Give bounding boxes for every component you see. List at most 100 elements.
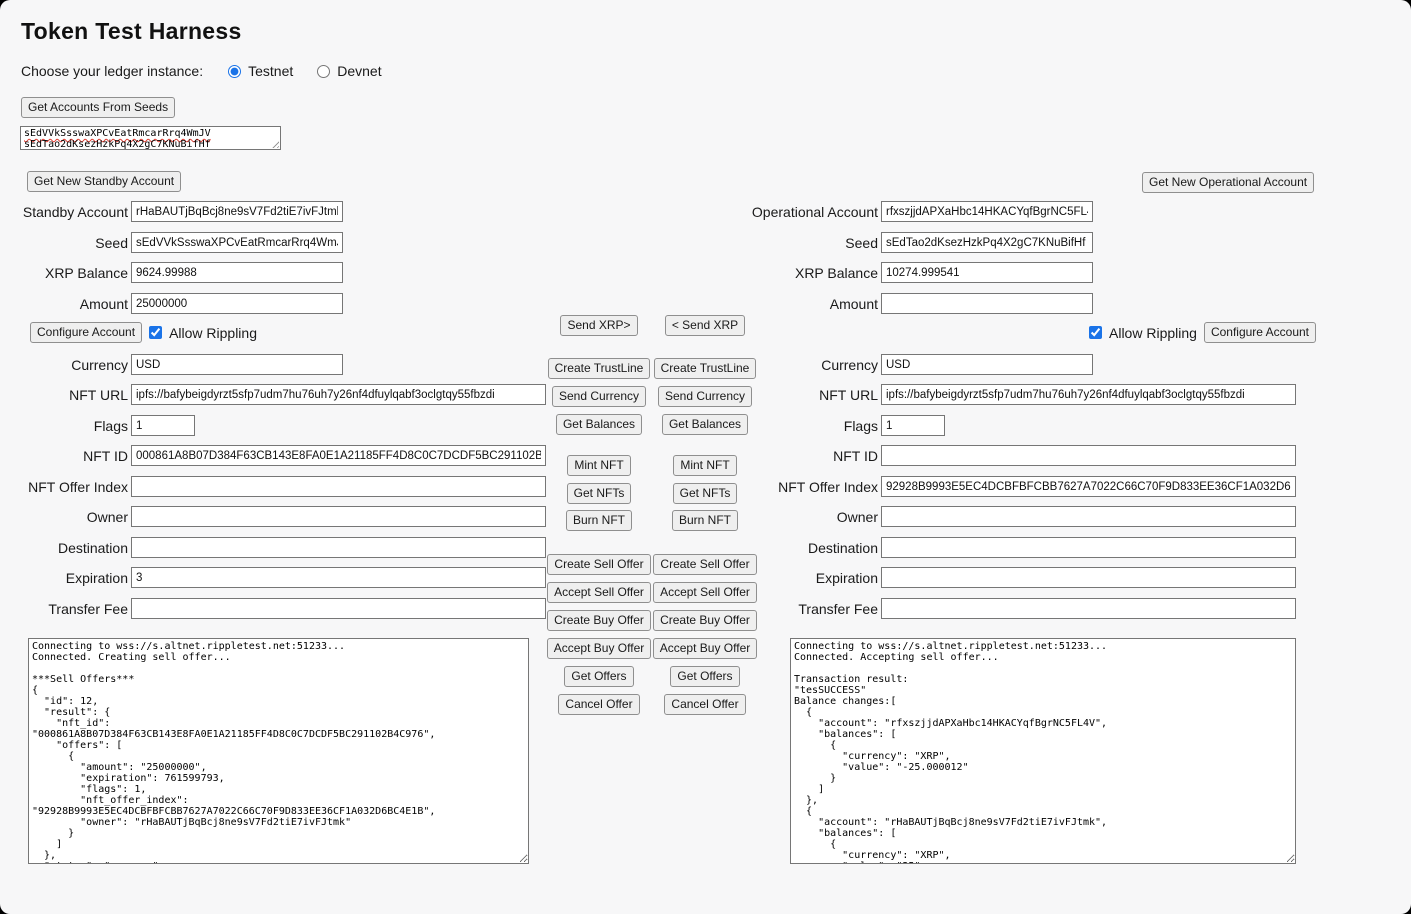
operational-configure-row: Allow Rippling Configure Account <box>1089 322 1316 343</box>
standby-expiration-input[interactable] <box>131 567 546 588</box>
operational-seed-input[interactable] <box>881 232 1093 253</box>
get-accounts-from-seeds-button[interactable]: Get Accounts From Seeds <box>21 97 175 118</box>
get-offers-operational-button[interactable]: Get Offers <box>670 666 739 687</box>
operational-transfer-fee-label: Transfer Fee <box>750 601 878 617</box>
get-balances-action-row: Get Balances Get Balances <box>546 414 758 435</box>
operational-xrp-balance-input[interactable] <box>881 262 1093 283</box>
get-new-standby-account-button[interactable]: Get New Standby Account <box>27 171 181 192</box>
send-currency-action-row: Send Currency Send Currency <box>546 386 758 407</box>
operational-results-console[interactable]: Connecting to wss://s.altnet.rippletest.… <box>790 638 1296 864</box>
cancel-offer-standby-button[interactable]: Cancel Offer <box>558 694 639 715</box>
operational-configure-account-button[interactable]: Configure Account <box>1204 322 1316 343</box>
operational-nft-id-input[interactable] <box>881 445 1296 466</box>
mint-nft-action-row: Mint NFT Mint NFT <box>546 455 758 476</box>
devnet-radio[interactable] <box>317 65 330 78</box>
standby-nft-id-input[interactable] <box>131 445 546 466</box>
standby-amount-input[interactable] <box>131 293 343 314</box>
operational-currency-input[interactable] <box>881 354 1093 375</box>
operational-seed-label: Seed <box>750 235 878 251</box>
standby-flags-input[interactable] <box>131 415 195 436</box>
operational-allow-rippling-checkbox[interactable] <box>1089 326 1102 339</box>
create-buy-offer-standby-button[interactable]: Create Buy Offer <box>547 610 651 631</box>
mint-nft-standby-button[interactable]: Mint NFT <box>567 455 630 476</box>
standby-nft-id-field: NFT ID <box>20 445 546 466</box>
send-currency-standby-button[interactable]: Send Currency <box>552 386 646 407</box>
operational-nft-url-input[interactable] <box>881 384 1296 405</box>
operational-expiration-input[interactable] <box>881 567 1296 588</box>
operational-allow-rippling-label: Allow Rippling <box>1109 325 1197 341</box>
cancel-offer-operational-button[interactable]: Cancel Offer <box>664 694 745 715</box>
operational-owner-input[interactable] <box>881 506 1296 527</box>
standby-flags-field: Flags <box>20 415 195 436</box>
accept-sell-offer-action-row: Accept Sell Offer Accept Sell Offer <box>546 582 758 603</box>
operational-nft-url-field: NFT URL <box>750 384 1296 405</box>
operational-expiration-field: Expiration <box>750 567 1296 588</box>
operational-flags-field: Flags <box>750 415 945 436</box>
accept-sell-offer-operational-button[interactable]: Accept Sell Offer <box>653 582 757 603</box>
standby-nft-offer-index-input[interactable] <box>131 476 546 497</box>
send-xrp-action-row: Send XRP> < Send XRP <box>546 315 758 336</box>
accept-buy-offer-standby-button[interactable]: Accept Buy Offer <box>547 638 652 659</box>
operational-account-input[interactable] <box>881 201 1093 222</box>
operational-seed-field: Seed <box>750 232 1093 253</box>
burn-nft-action-row: Burn NFT Burn NFT <box>546 510 758 531</box>
standby-allow-rippling-checkbox[interactable] <box>149 326 162 339</box>
operational-flags-input[interactable] <box>881 415 945 436</box>
standby-nft-offer-index-label: NFT Offer Index <box>20 479 128 495</box>
send-currency-operational-button[interactable]: Send Currency <box>658 386 752 407</box>
operational-xrp-balance-label: XRP Balance <box>750 265 878 281</box>
standby-results-console[interactable]: Connecting to wss://s.altnet.rippletest.… <box>28 638 529 864</box>
send-xrp-operational-button[interactable]: < Send XRP <box>665 315 745 336</box>
create-buy-offer-operational-button[interactable]: Create Buy Offer <box>653 610 757 631</box>
seeds-textarea[interactable]: sEdVVkSsswaXPCvEatRmcarRrq4WmJV sEdTao2d… <box>20 126 281 150</box>
get-offers-standby-button[interactable]: Get Offers <box>564 666 633 687</box>
create-sell-offer-standby-button[interactable]: Create Sell Offer <box>547 554 650 575</box>
accept-sell-offer-standby-button[interactable]: Accept Sell Offer <box>547 582 651 603</box>
get-nfts-operational-button[interactable]: Get NFTs <box>673 483 738 504</box>
send-xrp-standby-button[interactable]: Send XRP> <box>560 315 637 336</box>
operational-owner-field: Owner <box>750 506 1296 527</box>
standby-currency-input[interactable] <box>131 354 343 375</box>
mint-nft-operational-button[interactable]: Mint NFT <box>673 455 736 476</box>
standby-transfer-fee-label: Transfer Fee <box>20 601 128 617</box>
accept-buy-offer-operational-button[interactable]: Accept Buy Offer <box>653 638 758 659</box>
burn-nft-operational-button[interactable]: Burn NFT <box>672 510 738 531</box>
burn-nft-standby-button[interactable]: Burn NFT <box>566 510 632 531</box>
operational-transfer-fee-input[interactable] <box>881 598 1296 619</box>
operational-destination-input[interactable] <box>881 537 1296 558</box>
create-sell-offer-operational-button[interactable]: Create Sell Offer <box>653 554 756 575</box>
get-nfts-standby-button[interactable]: Get NFTs <box>567 483 632 504</box>
create-trustline-standby-button[interactable]: Create TrustLine <box>548 358 651 379</box>
standby-nft-offer-index-field: NFT Offer Index <box>20 476 546 497</box>
get-nfts-action-row: Get NFTs Get NFTs <box>546 483 758 504</box>
standby-configure-row: Configure Account Allow Rippling <box>30 322 257 343</box>
token-test-harness-page: Token Test Harness Choose your ledger in… <box>0 0 1411 914</box>
standby-owner-field: Owner <box>20 506 546 527</box>
standby-xrp-balance-input[interactable] <box>131 262 343 283</box>
get-balances-standby-button[interactable]: Get Balances <box>556 414 642 435</box>
standby-nft-url-input[interactable] <box>131 384 546 405</box>
page-title: Token Test Harness <box>21 18 242 45</box>
seed-line-2: sEdTao2dKsezHzkPq4X2gC7KNuBifHf <box>24 139 277 150</box>
standby-account-field: Standby Account <box>20 201 343 222</box>
operational-amount-input[interactable] <box>881 293 1093 314</box>
create-buy-offer-action-row: Create Buy Offer Create Buy Offer <box>546 610 758 631</box>
operational-nft-offer-index-input[interactable] <box>881 476 1296 497</box>
seed-line-1: sEdVVkSsswaXPCvEatRmcarRrq4WmJV <box>24 128 277 139</box>
standby-currency-label: Currency <box>20 357 128 373</box>
standby-flags-label: Flags <box>20 418 128 434</box>
testnet-radio[interactable] <box>228 65 241 78</box>
create-trustline-operational-button[interactable]: Create TrustLine <box>654 358 757 379</box>
operational-expiration-label: Expiration <box>750 570 878 586</box>
get-new-operational-account-button[interactable]: Get New Operational Account <box>1142 172 1314 193</box>
standby-transfer-fee-input[interactable] <box>131 598 546 619</box>
standby-destination-input[interactable] <box>131 537 546 558</box>
operational-currency-field: Currency <box>750 354 1093 375</box>
standby-amount-field: Amount <box>20 293 343 314</box>
get-balances-operational-button[interactable]: Get Balances <box>662 414 748 435</box>
ledger-instance-label: Choose your ledger instance: <box>21 63 203 79</box>
standby-seed-input[interactable] <box>131 232 343 253</box>
standby-account-input[interactable] <box>131 201 343 222</box>
standby-configure-account-button[interactable]: Configure Account <box>30 322 142 343</box>
standby-owner-input[interactable] <box>131 506 546 527</box>
